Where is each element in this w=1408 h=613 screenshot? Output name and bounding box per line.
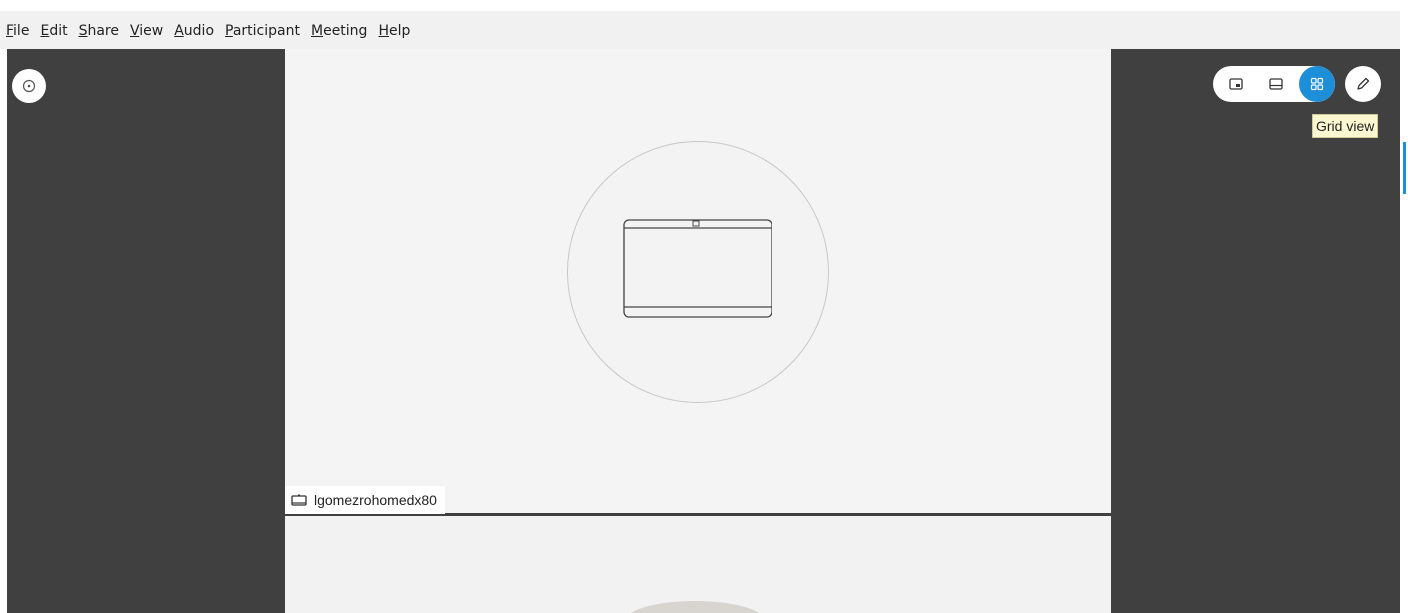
participant-video-tile-2[interactable]	[285, 516, 1111, 613]
menu-share[interactable]: Share	[79, 23, 119, 39]
info-button[interactable]	[12, 69, 46, 103]
participant-name-label: lgomezrohomedx80	[285, 486, 445, 514]
menu-meeting[interactable]: Meeting	[311, 23, 367, 39]
grid-view-icon	[1310, 77, 1324, 91]
menu-audio[interactable]: Audio	[174, 23, 214, 39]
menu-file[interactable]: File	[6, 23, 29, 39]
layout-picture-in-picture-button[interactable]	[1218, 66, 1254, 102]
participant-name: lgomezrohomedx80	[314, 492, 437, 508]
menu-help[interactable]: Help	[378, 23, 410, 39]
picture-in-picture-icon	[1229, 78, 1243, 90]
video-device-icon	[291, 494, 307, 506]
video-device-placeholder-icon	[623, 219, 772, 318]
menu-view[interactable]: View	[130, 23, 163, 39]
layout-tooltip: Grid view	[1312, 114, 1379, 138]
menu-bar: File Edit Share View Audio Participant Meeting…	[0, 11, 1400, 49]
menu-participant[interactable]: Participant	[225, 23, 300, 39]
menu-edit[interactable]: Edit	[40, 23, 67, 39]
layout-switcher	[1213, 66, 1335, 102]
layout-stack-button[interactable]	[1258, 66, 1294, 102]
menu-items: File Edit Share View Audio Participant Meeting…	[6, 23, 421, 39]
meeting-stage: lgomezrohomedx80	[7, 49, 1400, 613]
participant-video-tile[interactable]: lgomezrohomedx80	[285, 49, 1111, 514]
annotate-button[interactable]	[1345, 66, 1381, 102]
window-edge-accent	[1403, 142, 1406, 194]
participant-video-feed	[625, 601, 765, 613]
info-icon	[22, 79, 36, 93]
layout-grid-button[interactable]	[1299, 66, 1335, 102]
stack-view-icon	[1269, 78, 1283, 90]
pen-icon	[1357, 77, 1370, 90]
